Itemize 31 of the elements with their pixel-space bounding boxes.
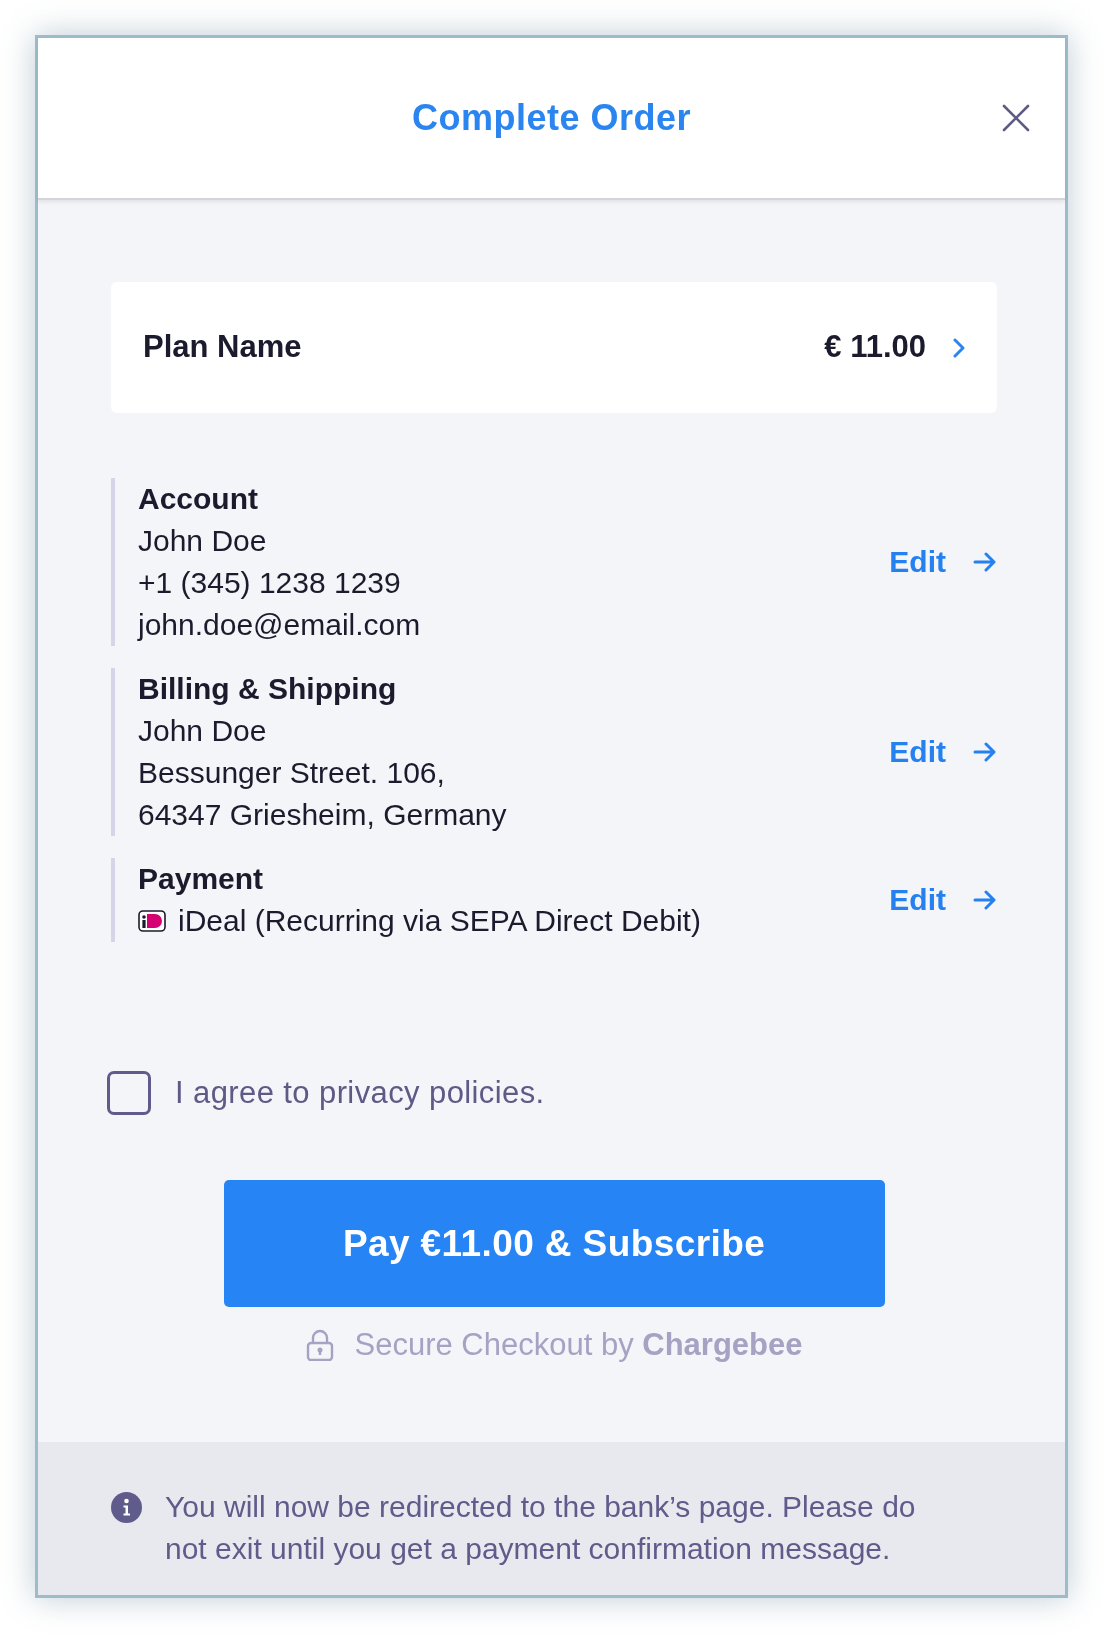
arrow-right-icon: [973, 742, 997, 762]
arrow-right-icon: [973, 552, 997, 572]
edit-link[interactable]: Edit: [889, 879, 997, 921]
section-heading: Payment: [138, 861, 265, 897]
section-heading: Account: [138, 481, 259, 517]
detail-text: 64347 Griesheim, Germany: [138, 797, 508, 833]
edit-link[interactable]: Edit: [889, 731, 997, 773]
chevron-right-icon: [953, 337, 965, 358]
close-button[interactable]: [1001, 103, 1031, 133]
detail-text: john.doe@email.com: [138, 607, 422, 643]
checkbox[interactable]: [107, 1071, 151, 1115]
arrow-right-icon: [973, 890, 997, 910]
detail-text: Bessunger Street. 106,: [138, 755, 446, 791]
detail-text: +1 (345) 1238 1239: [138, 565, 402, 601]
dialog-title: Complete Order: [411, 96, 692, 140]
detail-text: John Doe: [138, 713, 268, 749]
payment-method-text: iDeal (Recurring via SEPA Direct Debit): [178, 903, 701, 939]
info-icon: [111, 1492, 142, 1523]
lock-icon: [305, 1329, 334, 1361]
secure-checkout-text: Secure Checkout by Chargebee: [354, 1326, 803, 1364]
ideal-logo-icon: [138, 910, 166, 932]
detail-text: John Doe: [138, 523, 268, 559]
plan-card[interactable]: Plan Name € 11.00: [111, 282, 997, 413]
pay-button[interactable]: Pay €11.00 & Subscribe: [223, 1180, 885, 1307]
notice-text: You will now be redirected to the bank’s page. Please do not exit until you get a payment confirmation message.: [165, 1489, 917, 1567]
checkbox-label: I agree to privacy policies.: [175, 1074, 545, 1112]
plan-name: Plan Name: [143, 328, 302, 367]
plan-price: € 11.00: [824, 328, 926, 367]
section-heading: Billing & Shipping: [138, 671, 398, 707]
close-icon: [1002, 104, 1030, 132]
edit-link[interactable]: Edit: [889, 541, 997, 583]
